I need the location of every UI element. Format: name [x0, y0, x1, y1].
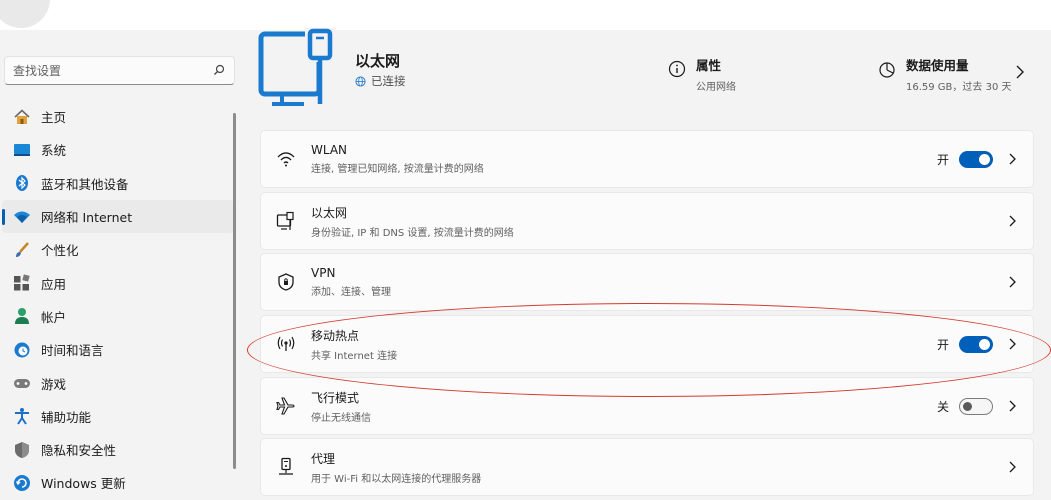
- card-title: WLAN: [311, 143, 348, 157]
- pie-chart-icon: [879, 62, 895, 78]
- properties-sub: 公用网络: [696, 82, 736, 93]
- globe-icon: [355, 75, 366, 87]
- wifi-icon: [274, 147, 298, 171]
- bluetooth-icon: [13, 174, 31, 192]
- usage-title: 数据使用量: [906, 58, 969, 73]
- card-subtitle: 停止无线通信: [311, 412, 371, 424]
- card-subtitle: 用于 Wi-Fi 和以太网连接的代理服务器: [311, 473, 482, 485]
- sidebar-item-label: 蓝牙和其他设备: [41, 176, 129, 192]
- chevron-right-icon[interactable]: [1015, 65, 1025, 79]
- sidebar-item-label: 系统: [41, 143, 67, 159]
- ethernet-card[interactable]: 以太网身份验证, IP 和 DNS 设置, 按流量计费的网络: [260, 192, 1034, 250]
- sidebar-item-privacy[interactable]: 隐私和安全性: [2, 433, 234, 466]
- card-subtitle: 共享 Internet 连接: [311, 350, 398, 362]
- sidebar-item-system[interactable]: 系统: [2, 133, 234, 166]
- toggle-state-label: 开: [936, 337, 949, 352]
- airplane-toggle[interactable]: [959, 397, 993, 415]
- ethernet-icon: [274, 209, 298, 233]
- sidebar-item-home[interactable]: 主页: [2, 100, 234, 133]
- sidebar-nav: 主页 系统 蓝牙和其他设备 网络和 Internet 个性化 应用 帐户 时间和…: [0, 100, 236, 500]
- card-title: 移动热点: [311, 328, 360, 343]
- apps-icon: [13, 274, 31, 292]
- toggle-state-label: 开: [936, 152, 949, 167]
- shield-icon: [13, 441, 31, 459]
- usage-sub: 16.59 GB，过去 30 天: [906, 82, 1012, 93]
- sidebar-scrollbar[interactable]: [233, 113, 236, 469]
- sidebar-item-label: 主页: [41, 110, 67, 126]
- sidebar-item-label: 个性化: [41, 243, 79, 259]
- sidebar-item-time-language[interactable]: 时间和语言: [2, 333, 234, 366]
- chevron-right-icon[interactable]: [1007, 400, 1017, 412]
- sidebar-item-label: 游戏: [41, 376, 67, 392]
- sidebar-item-network[interactable]: 网络和 Internet: [2, 199, 234, 234]
- sidebar-item-windows-update[interactable]: Windows 更新: [2, 466, 234, 499]
- chevron-right-icon[interactable]: [1007, 338, 1017, 350]
- card-subtitle: 连接, 管理已知网络, 按流量计费的网络: [311, 164, 484, 175]
- card-subtitle: 身份验证, IP 和 DNS 设置, 按流量计费的网络: [311, 227, 514, 239]
- page-title: 以太网: [355, 52, 401, 70]
- wlan-toggle[interactable]: [959, 150, 993, 168]
- airplane-icon: [274, 394, 298, 418]
- system-icon: [13, 141, 31, 159]
- sidebar-item-label: Windows 更新: [41, 476, 126, 492]
- avatar: [0, 0, 50, 28]
- sidebar-item-gaming[interactable]: 游戏: [2, 366, 234, 399]
- vpn-card[interactable]: VPN 添加、连接、管理: [260, 253, 1034, 311]
- properties-title: 属性: [696, 58, 722, 73]
- search-box[interactable]: [4, 56, 235, 85]
- chevron-right-icon[interactable]: [1007, 153, 1017, 165]
- accessibility-icon: [13, 407, 31, 425]
- search-icon[interactable]: [213, 64, 225, 76]
- wifi-icon: [13, 208, 31, 226]
- wlan-card[interactable]: WLAN 连接, 管理已知网络, 按流量计费的网络 开: [260, 130, 1034, 188]
- toggle-state-label: 关: [936, 399, 949, 414]
- card-title: 代理: [311, 451, 336, 466]
- data-usage-link[interactable]: 数据使用量 16.59 GB，过去 30 天: [878, 55, 1012, 93]
- status-text: 已连接: [371, 74, 406, 88]
- chevron-right-icon[interactable]: [1007, 461, 1017, 473]
- hotspot-icon: [274, 332, 298, 356]
- proxy-icon: [274, 455, 298, 479]
- sidebar-item-label: 网络和 Internet: [41, 210, 133, 226]
- properties-link[interactable]: 属性 公用网络: [668, 55, 736, 93]
- info-icon: [668, 60, 686, 78]
- vpn-shield-icon: [274, 270, 298, 294]
- sidebar-item-label: 隐私和安全性: [41, 443, 117, 459]
- card-title: 以太网: [311, 205, 348, 220]
- sidebar-item-accessibility[interactable]: 辅助功能: [2, 400, 234, 433]
- ethernet-computer-icon: [258, 28, 336, 106]
- globe-clock-icon: [13, 341, 31, 359]
- proxy-card[interactable]: 代理用于 Wi-Fi 和以太网连接的代理服务器: [260, 438, 1034, 496]
- brush-icon: [13, 241, 31, 259]
- mobile-hotspot-card[interactable]: 移动热点共享 Internet 连接 开: [260, 315, 1034, 373]
- airplane-mode-card[interactable]: 飞行模式停止无线通信 关: [260, 377, 1034, 435]
- sidebar-item-accounts[interactable]: 帐户: [2, 300, 234, 333]
- sidebar-item-personalization[interactable]: 个性化: [2, 233, 234, 266]
- connection-status: 已连接: [355, 73, 406, 89]
- sidebar-item-apps[interactable]: 应用: [2, 266, 234, 299]
- account-icon: [13, 307, 31, 325]
- home-icon: [13, 108, 31, 126]
- sidebar-item-bluetooth[interactable]: 蓝牙和其他设备: [2, 167, 234, 200]
- sidebar-item-label: 帐户: [41, 309, 67, 325]
- update-icon: [13, 474, 31, 492]
- sidebar-item-label: 应用: [41, 276, 67, 292]
- gamepad-icon: [13, 374, 31, 392]
- hotspot-toggle[interactable]: [959, 335, 993, 353]
- sidebar-item-label: 时间和语言: [41, 343, 104, 359]
- chevron-right-icon[interactable]: [1007, 276, 1017, 288]
- sidebar-item-label: 辅助功能: [41, 409, 92, 425]
- search-input[interactable]: [5, 57, 205, 84]
- card-subtitle: 添加、连接、管理: [311, 287, 391, 298]
- chevron-right-icon[interactable]: [1007, 215, 1017, 227]
- card-title: VPN: [311, 266, 336, 280]
- window-top-area: [0, 0, 1051, 30]
- card-title: 飞行模式: [311, 390, 360, 405]
